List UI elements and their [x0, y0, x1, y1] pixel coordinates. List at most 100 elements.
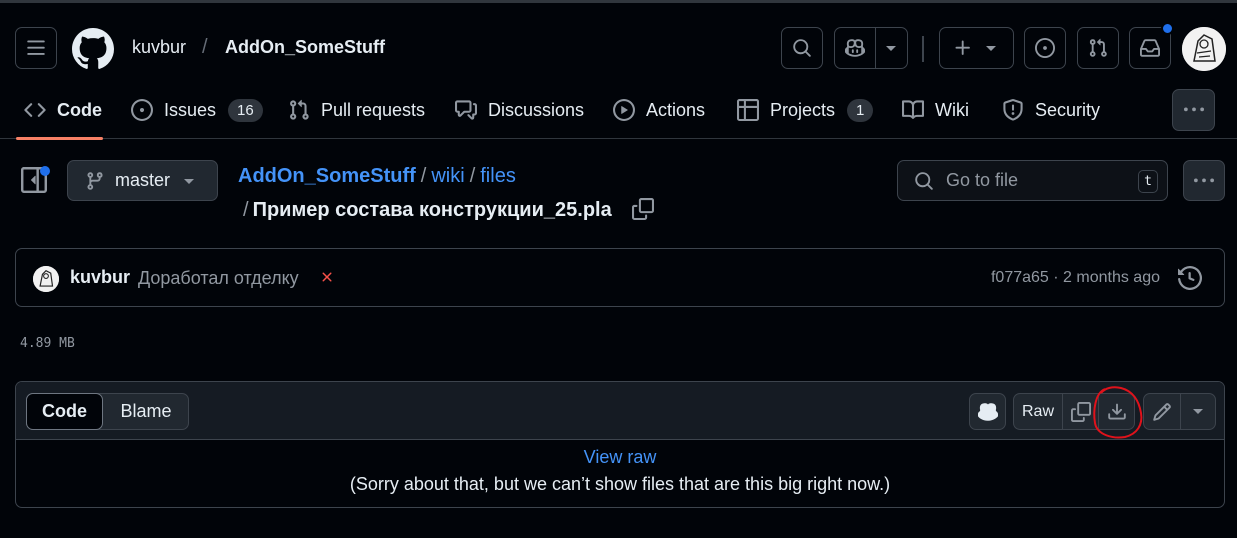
pull-requests-button[interactable]: [1077, 27, 1119, 69]
book-icon: [902, 100, 924, 119]
copy-icon: [632, 198, 654, 220]
tab-issues-label: Issues: [164, 99, 217, 120]
breadcrumb-repo-link[interactable]: AddOn_SomeStuff: [238, 165, 416, 187]
header-divider: [922, 36, 924, 62]
issue-icon: [131, 99, 153, 121]
github-logo-icon[interactable]: [72, 28, 114, 70]
branch-selector[interactable]: master: [67, 160, 218, 201]
table-icon: [737, 99, 759, 121]
edit-file-button[interactable]: [1143, 393, 1181, 430]
search-icon: [793, 39, 811, 57]
git-branch-icon: [87, 171, 103, 190]
commit-meta[interactable]: f077a65 · 2 months ago: [991, 269, 1160, 287]
code-tab-button[interactable]: Code: [26, 393, 103, 430]
search-button[interactable]: [781, 27, 823, 69]
tab-issues[interactable]: Issues 16: [131, 89, 263, 131]
copy-raw-button[interactable]: [1062, 393, 1099, 430]
go-to-file-placeholder: Go to file: [946, 170, 1019, 190]
kebab-horizontal-icon: [1183, 107, 1204, 112]
keyboard-shortcut-hint: t: [1138, 170, 1158, 193]
breadcrumb-separator: /: [243, 199, 249, 221]
shield-icon: [1003, 99, 1023, 121]
issues-icon: [1035, 38, 1055, 58]
issues-button[interactable]: [1024, 27, 1066, 69]
copy-path-button[interactable]: [632, 198, 654, 220]
pull-request-icon: [1089, 38, 1107, 57]
chevron-down-icon: [986, 45, 996, 51]
code-icon: [24, 103, 46, 117]
history-icon[interactable]: [1178, 266, 1202, 290]
file-viewer: Code Blame Raw View raw (Sorry about tha…: [15, 381, 1225, 508]
inbox-icon: [1140, 39, 1160, 57]
commit-author[interactable]: kuvbur: [70, 267, 130, 288]
copilot-ask-button[interactable]: [969, 393, 1006, 430]
breadcrumb-files-link[interactable]: files: [480, 165, 516, 187]
x-icon[interactable]: [319, 269, 335, 285]
tab-projects[interactable]: Projects 1: [737, 89, 874, 131]
tab-wiki[interactable]: Wiki: [902, 89, 969, 131]
pull-request-icon: [290, 99, 309, 120]
menu-button[interactable]: [15, 27, 57, 69]
breadcrumb-repo[interactable]: AddOn_SomeStuff: [225, 37, 385, 58]
file-name: Пример состава конструкции_25.pla: [252, 199, 612, 221]
commit-author-avatar[interactable]: [33, 266, 59, 292]
latest-commit-box: kuvbur Доработал отделку f077a65 · 2 mon…: [15, 248, 1225, 307]
code-blame-toggle: Code Blame: [26, 393, 189, 430]
blame-tab-button[interactable]: Blame: [103, 394, 189, 429]
breadcrumb-separator: /: [469, 165, 476, 187]
file-too-big-message: (Sorry about that, but we can’t show fil…: [349, 474, 891, 494]
download-raw-button[interactable]: [1098, 393, 1135, 430]
raw-label: Raw: [1021, 402, 1054, 420]
user-avatar[interactable]: [1182, 27, 1226, 71]
play-icon: [613, 99, 635, 121]
file-tree-indicator-dot: [40, 166, 50, 176]
breadcrumb-owner[interactable]: kuvbur: [132, 37, 186, 58]
file-breadcrumb: AddOn_SomeStuff / wiki / files: [238, 165, 516, 188]
breadcrumb-separator: /: [420, 165, 427, 187]
more-tabs-button[interactable]: [1172, 89, 1215, 131]
projects-count-badge: 1: [847, 98, 874, 122]
tab-code[interactable]: Code: [24, 89, 102, 131]
copy-icon: [1070, 401, 1091, 422]
tab-discussions-label: Discussions: [488, 99, 585, 120]
go-to-file-input[interactable]: Go to file t: [897, 160, 1168, 201]
tab-pull-requests[interactable]: Pull requests: [288, 89, 425, 131]
tab-security-label: Security: [1035, 99, 1101, 120]
tab-actions[interactable]: Actions: [613, 89, 705, 131]
app-header: kuvbur / AddOn_SomeStuff Code Issues 16 …: [0, 0, 1237, 140]
commit-message[interactable]: Доработал отделку: [138, 268, 299, 289]
notification-dot: [1161, 22, 1174, 35]
chevron-down-icon: [1193, 409, 1203, 414]
tab-discussions[interactable]: Discussions: [455, 89, 584, 131]
discussions-icon: [455, 100, 477, 120]
tab-security[interactable]: Security: [1002, 89, 1100, 131]
copilot-icon: [845, 39, 865, 57]
search-icon: [915, 171, 933, 190]
active-tab-underline: [16, 137, 103, 140]
chevron-down-icon[interactable]: [886, 45, 896, 51]
copilot-button[interactable]: [834, 27, 908, 69]
file-viewer-toolbar: Code Blame Raw: [16, 382, 1224, 440]
file-name-line: / Пример состава конструкции_25.pla: [243, 199, 612, 222]
edit-options-button[interactable]: [1180, 393, 1216, 430]
branch-name: master: [115, 170, 171, 190]
more-file-actions-button[interactable]: [1183, 160, 1225, 201]
copilot-icon: [977, 402, 998, 421]
breadcrumb-wiki-link[interactable]: wiki: [431, 165, 464, 187]
chevron-down-icon: [184, 179, 194, 184]
kebab-horizontal-icon: [1194, 178, 1214, 182]
raw-button[interactable]: Raw: [1013, 393, 1063, 430]
view-raw-link[interactable]: View raw: [16, 447, 1224, 468]
tab-pull-requests-label: Pull requests: [321, 99, 426, 120]
create-new-button[interactable]: [939, 27, 1014, 69]
file-size: 4.89 MB: [20, 336, 75, 351]
tab-code-label: Code: [57, 99, 102, 120]
download-icon: [1107, 403, 1126, 419]
pencil-icon: [1153, 402, 1171, 421]
breadcrumb-separator: /: [202, 36, 208, 58]
issues-count-badge: 16: [228, 98, 263, 122]
plus-icon: [955, 40, 970, 55]
tab-projects-label: Projects: [770, 99, 836, 120]
menu-icon: [27, 40, 45, 55]
tab-actions-label: Actions: [646, 99, 706, 120]
